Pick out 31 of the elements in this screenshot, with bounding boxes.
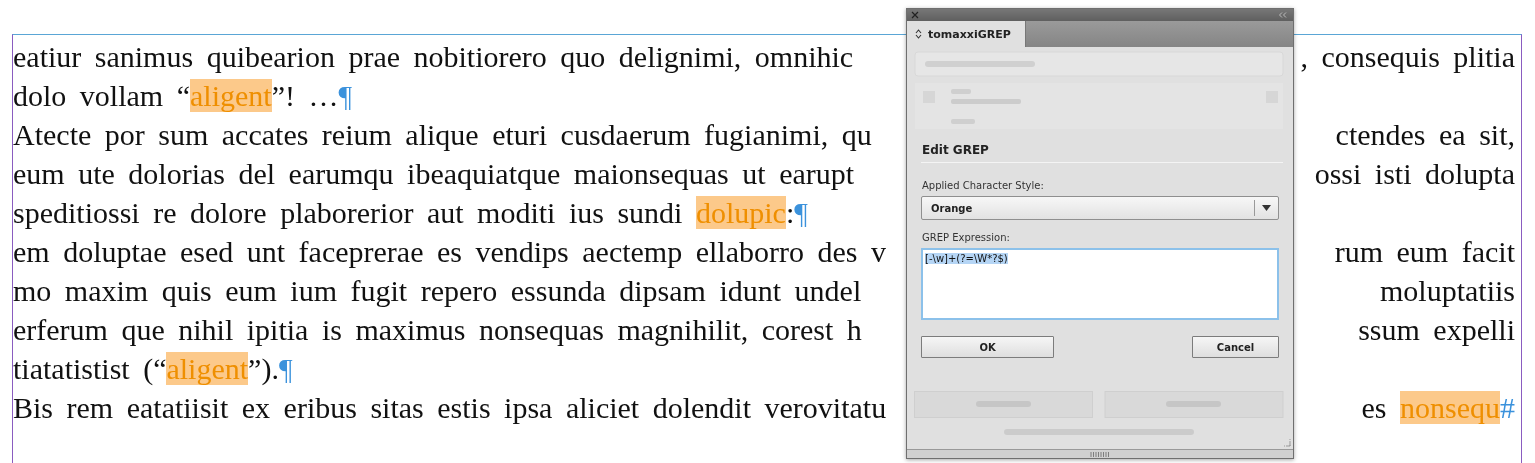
field-label: GREP Expression:: [922, 232, 1011, 243]
field-label: Applied Character Style:: [922, 180, 1045, 191]
text-line: eum ute dolorias del earumqu ibeaquiatque maionsequas ut earupt: [13, 156, 855, 191]
text-line: es nonsequ#: [1361, 390, 1515, 425]
text-line: mo maxim quis eum ium fugit repero essunda dipsam idunt undel: [13, 273, 862, 308]
text-line: erferum que nihil ipitia is maximus nonsequas magnihilit, corest h: [13, 312, 862, 347]
text-line: Bis rem eatatiisit ex eribus sitas estis ipsa aliciet dolendit verovitatu: [13, 390, 887, 425]
dropdown-arrow-icon: [1262, 205, 1271, 211]
text-line: ssum expelli: [1358, 312, 1515, 347]
dialog-title: Edit GREP: [921, 143, 1283, 163]
dialog-button[interactable]: OK: [921, 336, 1054, 358]
dialog-button[interactable]: Cancel: [1192, 336, 1279, 358]
text-line: moluptatiis: [1380, 273, 1515, 308]
text-line: em doluptae esed unt faceprerae es vendips aectemp ellaborro des v: [13, 234, 886, 269]
text-line: rum eum facit: [1334, 234, 1515, 269]
text-line: eatiur sanimus quibearion prae nobitiorero quo delignimi, omnihic: [13, 39, 854, 74]
expression-field[interactable]: [-\w]+(?=\W*?$): [921, 248, 1279, 320]
updown-icon: [915, 29, 922, 39]
drag-handle-icon[interactable]: [1090, 451, 1110, 457]
text-line: dolo vollam “aligent”! …¶: [13, 78, 353, 113]
text-line: speditiossi re dolore plaborerior aut moditi ius sundi dolupic:¶: [13, 195, 808, 230]
collapse-icon[interactable]: [1278, 12, 1287, 18]
text-line: ossi isti dolupta: [1314, 156, 1515, 191]
close-icon[interactable]: [911, 11, 919, 19]
style-dropdown[interactable]: Orange: [921, 196, 1279, 220]
resize-grip-icon[interactable]: [1282, 438, 1291, 447]
text-line: Atecte por sum accates reium alique eturi cusdaerum fugianimi, qu: [13, 117, 872, 152]
text-line: ctendes ea sit,: [1335, 117, 1515, 152]
text-line: , consequis plitia: [1300, 39, 1515, 74]
panel-tab[interactable]: tomaxxiGREP: [907, 21, 1026, 47]
text-line: tiatatistist (“aligent”).¶: [13, 351, 293, 386]
